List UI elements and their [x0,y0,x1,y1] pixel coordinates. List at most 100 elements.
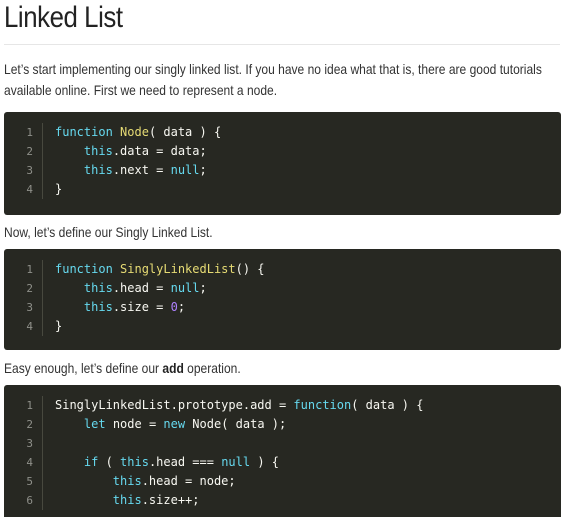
code-token: 0 [170,300,178,314]
code-line: 4} [4,180,561,199]
line-number: 6 [26,494,33,507]
code-token: SinglyLinkedList.prototype.add = [55,398,294,412]
code-token: null [221,455,251,469]
line-number: 2 [26,282,33,295]
code-block-add-operation: 1 SinglyLinkedList.prototype.add = functi… [4,385,561,517]
add-keyword-text: add [162,360,184,376]
paragraph-singly-linked-list: Now, let’s define our Singly Linked List… [4,224,213,240]
code-line: 1 SinglyLinkedList.prototype.add = functi… [4,396,561,415]
code-token: } [55,319,63,333]
code-token: new [163,417,186,431]
code-token: if [83,455,99,469]
code-line: 2 this.data = data; [4,142,561,161]
code-text: function SinglyLinkedList() { [55,260,265,279]
code-token: ( [98,455,121,469]
line-number: 1 [26,263,33,276]
code-token: this [112,493,142,507]
code-line: 4 if ( this.head === null ) { [4,453,561,472]
code-token: ; [199,281,207,295]
code-line: 4} [4,317,561,336]
code-line: 1 function SinglyLinkedList() { [4,260,561,279]
code-token: .head = [112,281,171,295]
code-text: } [55,180,62,199]
line-number: 3 [26,437,33,450]
code-text: let node = new Node( data ); [55,415,286,434]
code-token: null [170,281,200,295]
line-number: 4 [26,456,33,469]
code-token: node = [105,417,164,431]
code-token: Node( data ); [185,417,287,431]
code-text: function Node( data ) { [55,123,221,142]
code-line: 6 this.size++; [4,491,561,510]
code-token: ; [199,163,207,177]
code-token: .next = [112,163,171,177]
code-token: ) { [250,455,280,469]
code-token: .head = node; [141,474,236,488]
line-number: 1 [26,126,33,139]
code-text: if ( this.head === null ) { [55,453,279,472]
line-number: 2 [26,418,33,431]
add-intro-text: Easy enough, let’s define our [4,360,163,376]
code-token: this [112,474,142,488]
line-number: 1 [26,399,33,412]
line-number: 3 [26,164,33,177]
code-line: 2 this.head = null; [4,279,561,298]
code-block-singly-linked-list: 1 function SinglyLinkedList() {2 this.hea… [4,249,561,350]
code-token: this [83,144,113,158]
code-line: 1 function Node( data ) { [4,123,561,142]
code-line: 5 this.head = node; [4,472,561,491]
code-token: function [55,262,121,276]
code-token: Node [120,125,149,139]
code-token: ( data ) { [351,398,424,412]
code-token: null [170,163,200,177]
code-token: .size++; [141,493,200,507]
code-line: 3 this.size = 0; [4,298,561,317]
code-token: .data = data; [112,144,207,158]
code-line: 2 let node = new Node( data ); [4,415,561,434]
code-line: 3 [4,434,561,453]
page-title: Linked List [4,1,123,34]
code-token: this [83,163,113,177]
code-token: SinglyLinkedList [120,262,236,276]
code-token: .head === [148,455,222,469]
code-token: ( data ) { [148,125,222,139]
code-text: this.size = 0; [55,298,185,317]
code-token: let [83,417,106,431]
intro-paragraph-line-1: Let’s start implementing our singly link… [4,61,542,77]
code-text: this.size++; [55,491,200,510]
code-token: this [83,281,113,295]
code-text: this.next = null; [55,161,207,180]
intro-paragraph-line-2: available online. First we need to repre… [4,82,278,98]
line-number: 4 [26,183,33,196]
code-token: .size = [112,300,171,314]
code-text: this.head = null; [55,279,207,298]
line-number: 2 [26,145,33,158]
code-text: this.head = node; [55,472,236,491]
line-number: 5 [26,475,33,488]
code-token: this [83,300,113,314]
code-token: this [120,455,149,469]
code-token: function [55,125,121,139]
code-token: ; [177,300,186,314]
line-number: 4 [26,320,33,333]
code-token: } [55,182,63,196]
code-token: () { [235,262,265,276]
code-block-node: 1 function Node( data ) {2 this.data = da… [4,112,561,215]
paragraph-add-operation: Easy enough, let’s define our add operat… [4,358,241,379]
code-token: function [293,398,352,412]
title-divider [4,44,560,45]
line-number: 3 [26,301,33,314]
code-text: } [55,317,62,336]
code-line: 3 this.next = null; [4,161,561,180]
add-outro-text: operation. [183,360,241,376]
article-page: Linked List Let’s start implementing our… [0,0,568,517]
code-text: SinglyLinkedList.prototype.add = functio… [55,396,423,415]
